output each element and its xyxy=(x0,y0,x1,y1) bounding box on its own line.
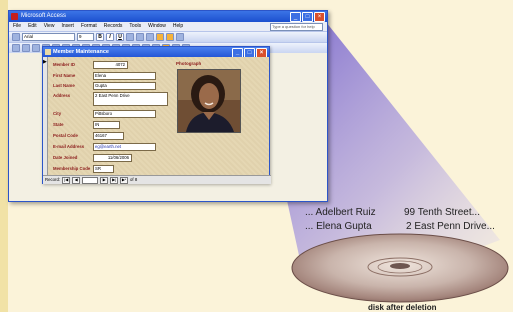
bold-button[interactable]: B xyxy=(96,33,104,41)
menu-file[interactable]: File xyxy=(13,22,21,31)
design-view-icon[interactable] xyxy=(12,44,20,52)
line-color-icon[interactable] xyxy=(176,33,184,41)
font-color-icon[interactable] xyxy=(166,33,174,41)
menu-tools[interactable]: Tools xyxy=(129,22,141,31)
fill-color-icon[interactable] xyxy=(156,33,164,41)
font-name-select[interactable]: Arial xyxy=(22,33,75,41)
menu-help[interactable]: Help xyxy=(173,22,183,31)
align-left-icon[interactable] xyxy=(126,33,134,41)
disk-caption: disk after deletion xyxy=(368,303,437,312)
disk-record-1-address: 99 Tenth Street... xyxy=(404,207,480,218)
last-record-button[interactable]: ▶| xyxy=(110,176,119,184)
view-icon[interactable] xyxy=(12,33,20,41)
menu-bar: File Edit View Insert Format Records Too… xyxy=(9,22,327,31)
field-label: Membership Code xyxy=(53,166,91,171)
align-center-icon[interactable] xyxy=(136,33,144,41)
membership-code-input[interactable]: SR xyxy=(93,165,114,173)
print-icon[interactable] xyxy=(32,44,40,52)
field-label: Date Joined xyxy=(53,155,78,160)
form-icon xyxy=(45,49,51,55)
record-count-label: of 8 xyxy=(130,177,138,182)
date-joined-input[interactable]: 11/06/2006 xyxy=(93,154,132,162)
previous-record-button[interactable]: ◀ xyxy=(72,176,81,184)
window-title: Microsoft Access xyxy=(21,13,67,19)
menu-view[interactable]: View xyxy=(44,22,55,31)
city-input[interactable]: Pittsboro xyxy=(93,110,156,118)
record-number-input[interactable] xyxy=(82,176,99,184)
save-icon[interactable] xyxy=(22,44,30,52)
minimize-button[interactable]: _ xyxy=(290,12,301,22)
disk-record-2-address: 2 East Penn Drive... xyxy=(406,221,495,232)
email-input[interactable]: eg@earth.net xyxy=(93,143,156,151)
italic-button[interactable]: I xyxy=(106,33,114,41)
postal-code-input[interactable]: 46167 xyxy=(93,132,124,140)
field-label: Member ID xyxy=(53,62,75,67)
record-selector[interactable]: ▶ xyxy=(43,57,48,175)
first-name-input[interactable]: Elena xyxy=(93,72,156,80)
field-label: E-mail Address xyxy=(53,144,85,149)
disk-record-2-name: ... Elena Gupta xyxy=(305,221,372,232)
close-button[interactable]: × xyxy=(314,12,325,22)
illustration: Microsoft Access _ □ × File Edit View In… xyxy=(0,0,513,312)
font-size-select[interactable]: 9 xyxy=(77,33,94,41)
align-right-icon[interactable] xyxy=(146,33,154,41)
field-label: Postal Code xyxy=(53,133,78,138)
record-label: Record: xyxy=(45,177,61,182)
field-label: Last Name xyxy=(53,83,75,88)
menu-window[interactable]: Window xyxy=(148,22,166,31)
field-label: City xyxy=(53,111,62,116)
form-title-bar: Member Maintenance _ □ × xyxy=(43,47,269,58)
formatting-toolbar: Arial 9 B I U xyxy=(9,31,327,42)
underline-button[interactable]: U xyxy=(116,33,124,41)
access-key-icon xyxy=(11,13,18,20)
address-input[interactable]: 2 East Penn Drive xyxy=(93,92,168,106)
disk-spindle xyxy=(390,263,410,269)
field-label: First Name xyxy=(53,73,76,78)
next-record-button[interactable]: ▶ xyxy=(100,176,109,184)
help-search-input[interactable]: Type a question for help xyxy=(270,23,323,31)
title-bar: Microsoft Access _ □ × xyxy=(9,11,327,22)
form-body: ▶ Member ID 4072 First Name Elena Last N… xyxy=(43,57,269,175)
member-photograph xyxy=(177,69,241,133)
maximize-button[interactable]: □ xyxy=(302,12,313,22)
menu-edit[interactable]: Edit xyxy=(28,22,37,31)
photograph-label: Photograph xyxy=(176,61,202,66)
member-id-input[interactable]: 4072 xyxy=(93,61,128,69)
new-record-button[interactable]: ▶* xyxy=(120,176,129,184)
form-title: Member Maintenance xyxy=(53,49,109,55)
portrait-image xyxy=(178,70,240,132)
menu-format[interactable]: Format xyxy=(81,22,97,31)
record-navigation-bar: Record: |◀ ◀ ▶ ▶| ▶* of 8 xyxy=(43,175,271,184)
field-label: State xyxy=(53,122,64,127)
menu-insert[interactable]: Insert xyxy=(61,22,74,31)
member-maintenance-form: Member Maintenance _ □ × ▶ Member ID 407… xyxy=(42,46,271,184)
last-name-input[interactable]: Gupta xyxy=(93,82,156,90)
state-input[interactable]: IN xyxy=(93,121,120,129)
menu-records[interactable]: Records xyxy=(104,22,123,31)
record-pointer-icon: ▶ xyxy=(43,59,47,65)
disk-record-1-name: ... Adelbert Ruiz xyxy=(305,207,376,218)
field-label: Address xyxy=(53,93,71,98)
first-record-button[interactable]: |◀ xyxy=(62,176,71,184)
